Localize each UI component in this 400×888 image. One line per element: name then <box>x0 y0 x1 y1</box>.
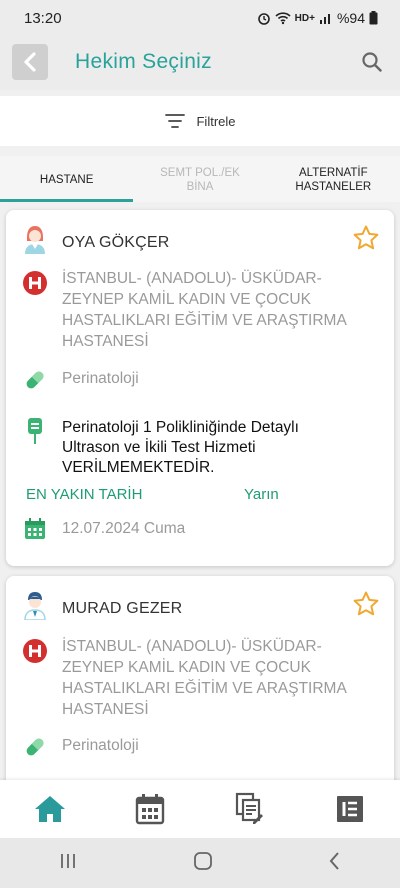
tab-label: SEMT POL./EK BİNA <box>160 167 240 193</box>
list-menu-icon <box>337 796 363 822</box>
nav-documents[interactable] <box>230 789 270 829</box>
back-nav-button[interactable] <box>328 851 342 876</box>
wifi-icon <box>275 11 291 25</box>
department-name: Perinatoloji <box>62 370 139 387</box>
favorite-star-icon[interactable] <box>352 224 380 252</box>
calendar-icon <box>22 516 48 542</box>
pill-icon <box>22 734 48 760</box>
filter-icon <box>165 114 186 128</box>
doctor-name: MURAD GEZER <box>62 600 183 617</box>
nav-home[interactable] <box>30 789 70 829</box>
doctor-card[interactable]: OYA GÖKÇER İSTANBUL- (ANADOLU)- ÜSKÜDAR-… <box>6 210 394 566</box>
tab-bar: HASTANE SEMT POL./EK BİNA ALTERNATİF HAS… <box>0 156 400 202</box>
tab-label: ALTERNATİF HASTANELER <box>295 167 372 193</box>
chevron-left-icon <box>24 52 36 72</box>
nav-appointments[interactable] <box>130 789 170 829</box>
battery-icon <box>369 11 378 25</box>
alarm-icon <box>257 11 271 25</box>
hospital-name: İSTANBUL- (ANADOLU)- ÜSKÜDAR- ZEYNEP KAM… <box>62 270 346 350</box>
filter-button[interactable]: Filtrele <box>0 96 400 146</box>
back-button[interactable] <box>12 44 48 80</box>
page-title: Hekim Seçiniz <box>75 50 212 73</box>
system-navigation-bar <box>0 838 400 888</box>
home-button[interactable] <box>193 851 213 876</box>
male-doctor-avatar-icon <box>22 592 48 620</box>
nav-menu[interactable] <box>330 789 370 829</box>
tab-alternatif-hastaneler[interactable]: ALTERNATİF HASTANELER <box>267 156 400 202</box>
earliest-date-value: Yarın <box>244 486 279 503</box>
appointment-date: 12.07.2024 Cuma <box>62 520 186 537</box>
home-icon <box>35 796 65 822</box>
doctor-card[interactable]: MURAD GEZER İSTANBUL- (ANADOLU)- ÜSKÜDAR… <box>6 576 394 780</box>
iv-drip-icon <box>22 418 48 444</box>
doctor-list: OYA GÖKÇER İSTANBUL- (ANADOLU)- ÜSKÜDAR-… <box>0 202 400 780</box>
hospital-name: İSTANBUL- (ANADOLU)- ÜSKÜDAR- ZEYNEP KAM… <box>62 638 346 718</box>
female-doctor-avatar-icon <box>22 226 48 254</box>
chevron-left-icon <box>329 851 340 870</box>
battery-text: %94 <box>336 10 365 26</box>
notice-message: Perinatoloji 1 Polikliniğinde Detaylı Ul… <box>62 419 299 476</box>
search-icon <box>362 52 382 72</box>
status-icons: HD+ %94 <box>257 10 378 26</box>
tab-semt-pol[interactable]: SEMT POL./EK BİNA <box>133 156 266 202</box>
earliest-date-label: EN YAKIN TARİH <box>26 486 143 503</box>
status-time: 13:20 <box>24 9 62 27</box>
document-edit-icon <box>235 792 263 824</box>
recent-apps-icon <box>60 853 75 868</box>
hospital-icon <box>22 270 48 296</box>
search-button[interactable] <box>360 50 384 74</box>
status-bar: 13:20 HD+ %94 <box>0 0 400 36</box>
pill-icon <box>22 367 48 393</box>
calendar-icon <box>135 794 165 825</box>
hd-icon: HD+ <box>294 12 315 24</box>
doctor-name: OYA GÖKÇER <box>62 234 170 251</box>
home-circle-icon <box>194 851 212 870</box>
tab-label: HASTANE <box>39 174 94 186</box>
app-bar: Hekim Seçiniz <box>0 36 400 90</box>
signal-icon <box>319 12 333 24</box>
tab-hastane[interactable]: HASTANE <box>0 156 134 202</box>
department-name: Perinatoloji <box>62 737 139 754</box>
favorite-star-icon[interactable] <box>352 590 380 618</box>
bottom-navigation <box>0 780 400 838</box>
recent-apps-button[interactable] <box>58 852 78 875</box>
filter-label: Filtrele <box>196 113 236 129</box>
hospital-icon <box>22 638 48 664</box>
